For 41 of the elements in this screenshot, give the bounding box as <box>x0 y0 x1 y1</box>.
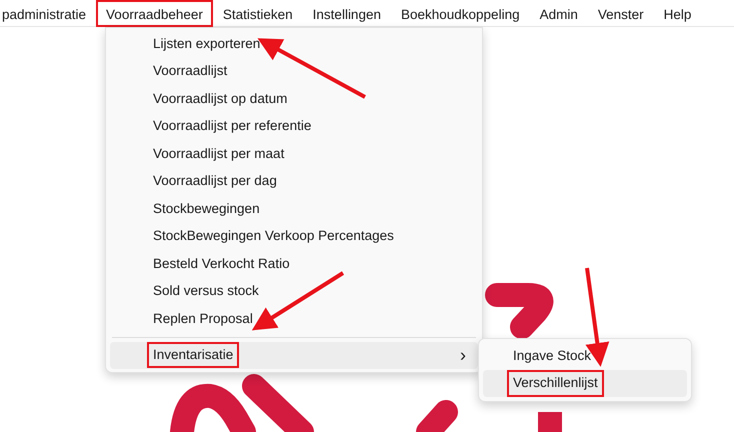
menu-entry[interactable]: Voorraadlijst per dag <box>110 168 478 195</box>
menu-item[interactable]: Instellingen <box>302 0 391 27</box>
submenu-entry-label: Ingave Stock <box>512 347 592 366</box>
menu-item[interactable]: Help <box>654 0 702 27</box>
menu-entry[interactable]: Inventarisatie › <box>110 342 478 369</box>
menu-entry[interactable]: Voorraadlijst per referentie <box>110 112 478 140</box>
chevron-icon: › <box>460 346 466 364</box>
menu-item[interactable]: Admin <box>530 0 588 27</box>
menu-entry[interactable]: StockBewegingen Verkoop Percentages <box>110 222 478 250</box>
menu-entry-label: StockBewegingen Verkoop Percentages <box>152 227 395 246</box>
menu-item[interactable]: Statistieken <box>212 0 303 27</box>
menu-entry-label: Voorraadlijst op datum <box>152 90 288 108</box>
menu-entry[interactable]: Sold versus stock <box>110 278 478 305</box>
menu-entry[interactable]: Voorraadlijst <box>110 58 478 85</box>
submenu-entry[interactable]: Verschillenlijst <box>483 370 687 397</box>
menu-item[interactable]: padministratie <box>0 0 96 27</box>
menu-item[interactable]: Voorraadbeheer <box>96 0 213 27</box>
menu-entry-label: Replen Proposal <box>152 310 254 328</box>
menu-entry[interactable]: Stockbewegingen <box>110 195 478 222</box>
logo-part <box>485 283 554 339</box>
menu-entry-label: Inventarisatie <box>147 342 240 368</box>
logo-part <box>538 412 562 432</box>
menu-entry-label: Lijsten exporteren <box>152 34 262 53</box>
menu-entry[interactable]: Besteld Verkocht Ratio <box>110 250 478 278</box>
menu-entry-label: Stockbewegingen <box>152 200 261 218</box>
menu-entry-label: Voorraadlijst per maat <box>152 144 286 163</box>
menu-entry[interactable]: Voorraadlijst op datum <box>110 85 478 112</box>
menu-entry-label: Sold versus stock <box>152 282 260 300</box>
menu-item[interactable]: Venster <box>588 0 654 27</box>
submenu-entry[interactable]: Ingave Stock <box>483 343 687 370</box>
menu-entry-label: Voorraadlijst per dag <box>152 172 278 190</box>
menu-entry-label: Voorraadlijst <box>152 62 228 80</box>
menu-entry[interactable]: Lijsten exporteren <box>110 30 478 58</box>
menu-entry-label: Besteld Verkocht Ratio <box>152 254 291 273</box>
logo-part <box>242 374 314 432</box>
menu-entry[interactable]: Voorraadlijst per maat <box>110 140 478 168</box>
menu-entry[interactable]: Replen Proposal <box>110 305 478 332</box>
submenu-entry-label: Verschillenlijst <box>507 370 604 397</box>
logo-part <box>416 400 458 432</box>
menu-item[interactable]: Boekhoudkoppeling <box>390 0 530 27</box>
menu-entry-label: Voorraadlijst per referentie <box>152 117 312 136</box>
